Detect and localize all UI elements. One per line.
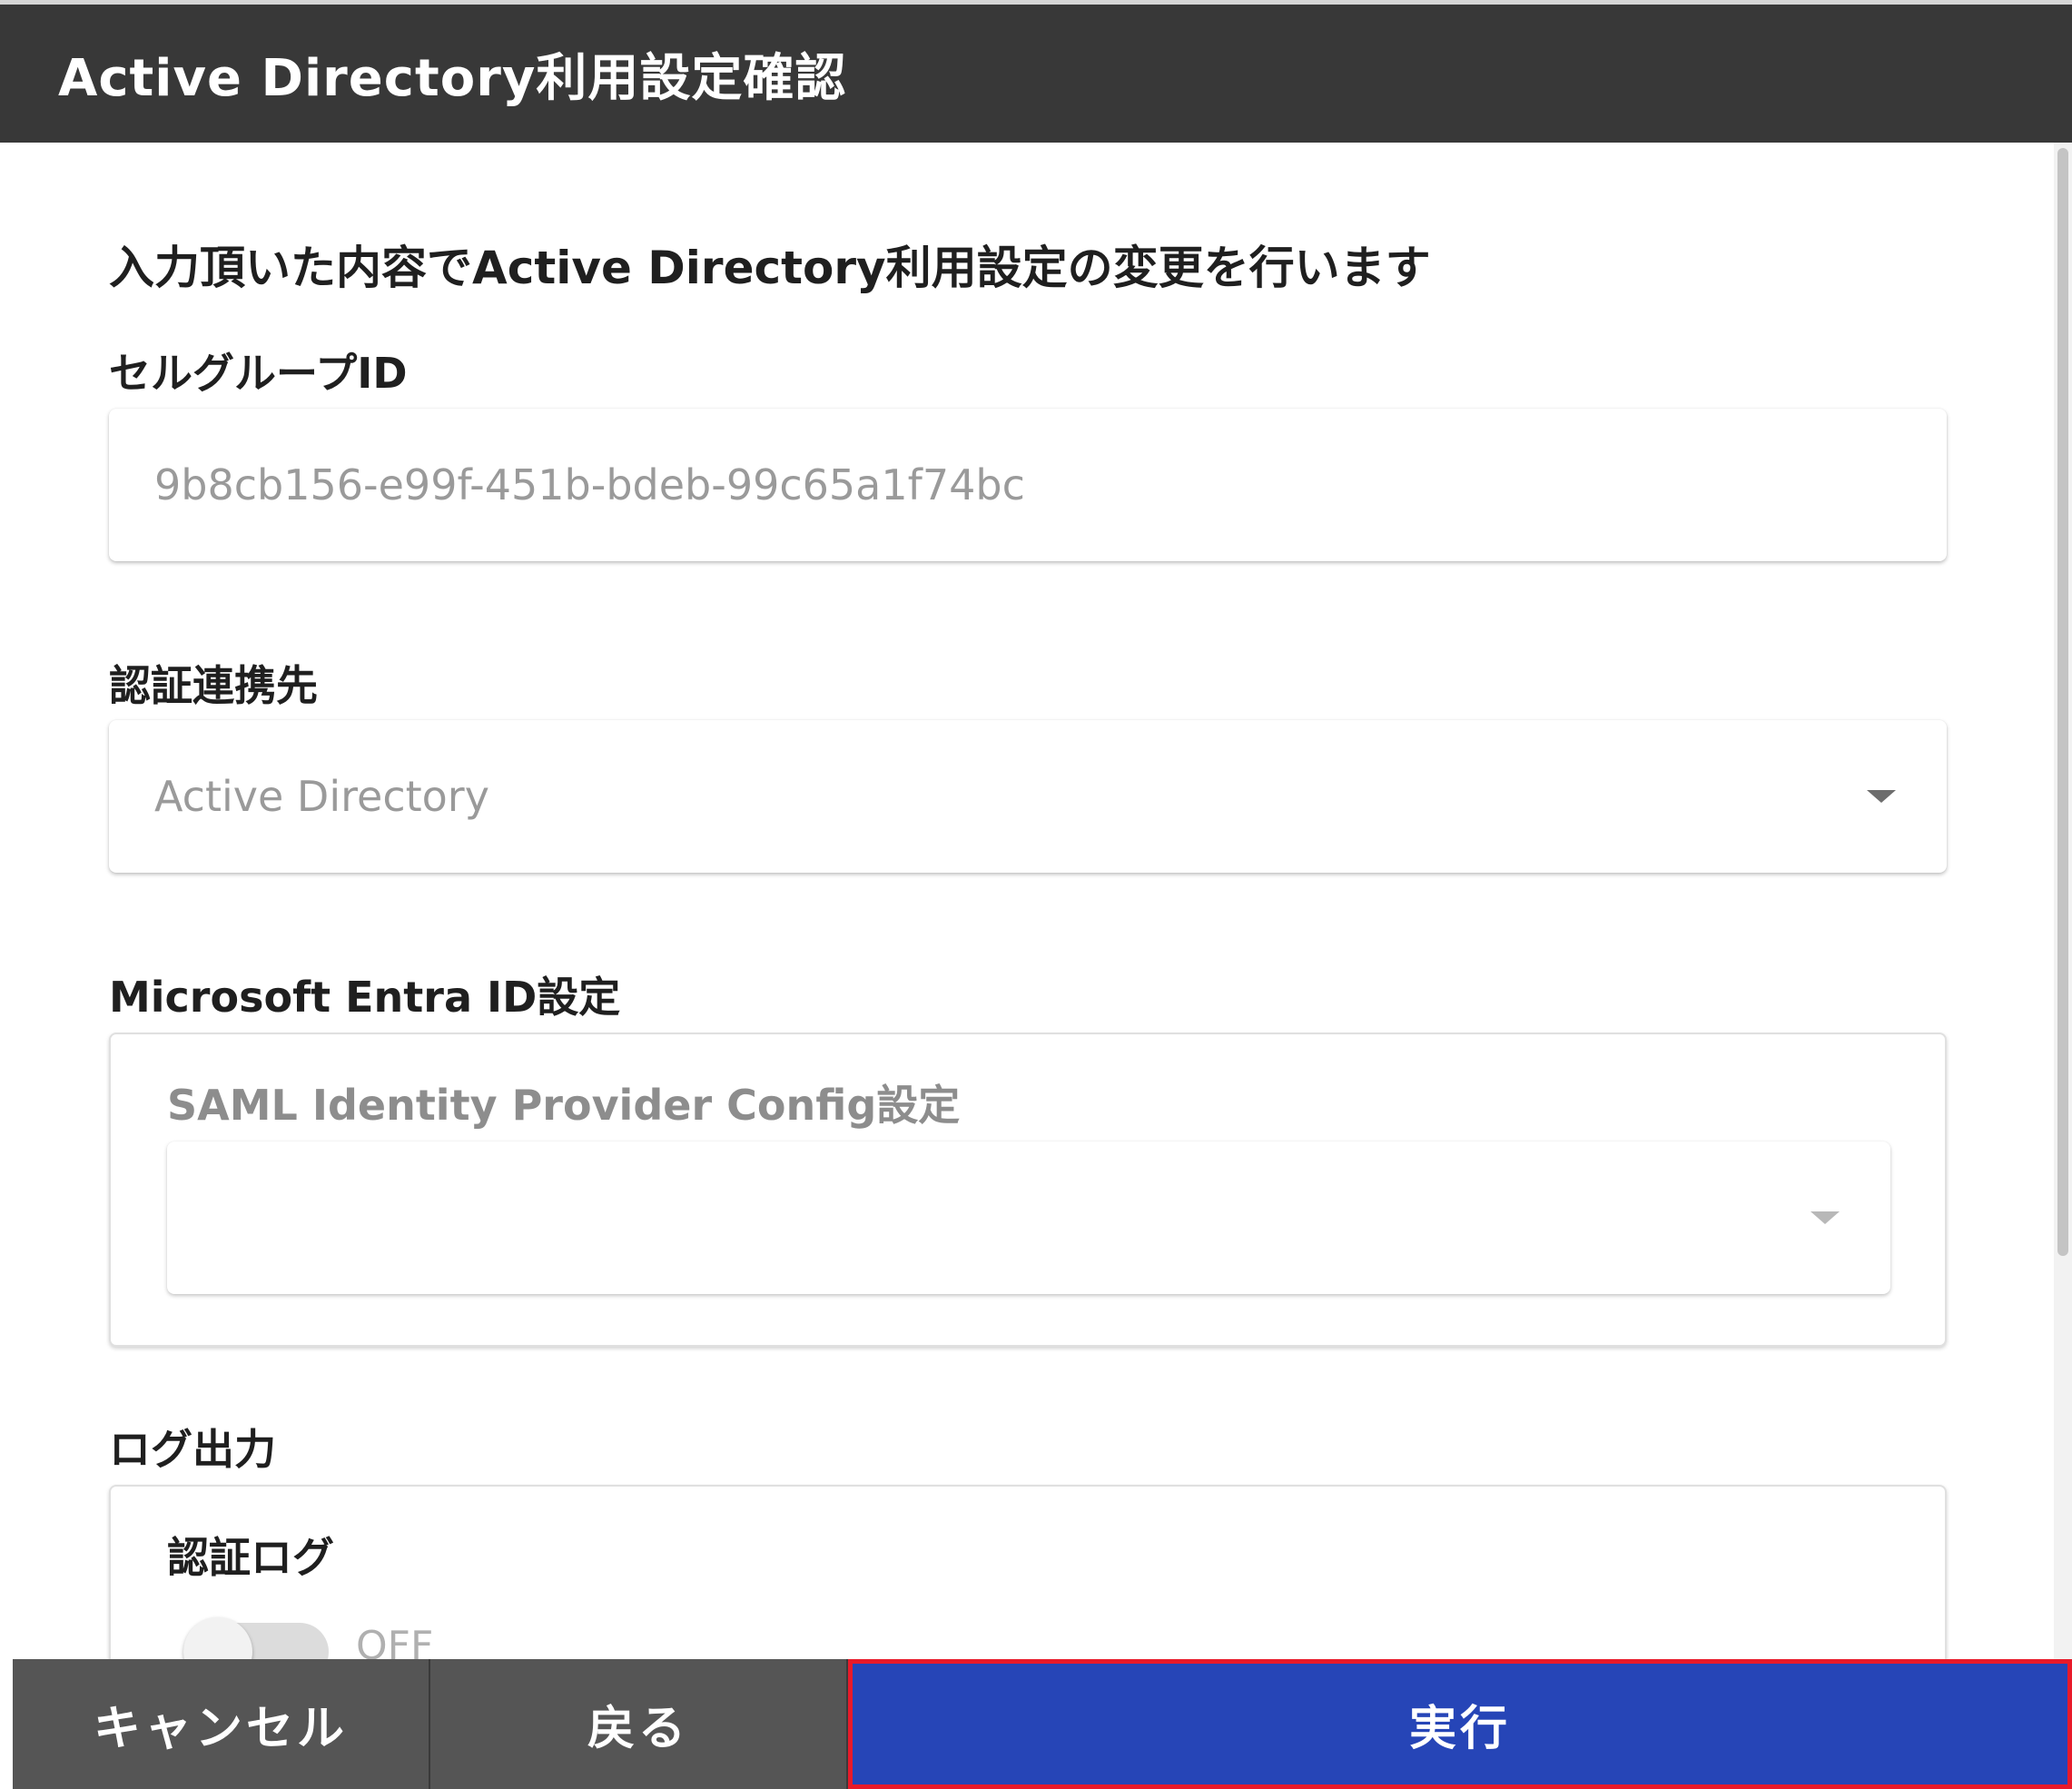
auth-log-toggle[interactable] bbox=[183, 1617, 329, 1659]
scrollbar-thumb[interactable] bbox=[2057, 148, 2068, 1256]
log-output-label: ログ出力 bbox=[109, 1425, 276, 1474]
entra-settings-label: Microsoft Entra ID設定 bbox=[109, 973, 621, 1022]
cell-group-id-field: 9b8cb156-e99f-451b-bdeb-99c65a1f74bc bbox=[109, 409, 1947, 561]
chevron-down-icon bbox=[1811, 1211, 1840, 1224]
dialog-footer: キャンセル 戻る 実行 bbox=[0, 1659, 2072, 1789]
dialog-titlebar: Active Directory利用設定確認 bbox=[0, 5, 2072, 143]
auth-provider-select: Active Directory bbox=[109, 720, 1947, 873]
entra-settings-group: SAML Identity Provider Config設定 bbox=[109, 1033, 1947, 1347]
auth-log-label: 認証ログ bbox=[167, 1533, 334, 1582]
dialog-title: Active Directory利用設定確認 bbox=[58, 48, 847, 108]
intro-message: 入力頂いた内容でActive Directory利用設定の変更を行います bbox=[109, 242, 1431, 294]
auth-log-state: OFF bbox=[356, 1623, 434, 1659]
content-scrollbar[interactable] bbox=[2054, 143, 2072, 1659]
cell-group-id-value: 9b8cb156-e99f-451b-bdeb-99c65a1f74bc bbox=[154, 460, 1025, 509]
dialog-content[interactable]: 入力頂いた内容でActive Directory利用設定の変更を行います セルグ… bbox=[0, 143, 2054, 1659]
log-output-group: 認証ログ OFF bbox=[109, 1485, 1947, 1659]
auth-provider-value: Active Directory bbox=[154, 772, 489, 821]
execute-button[interactable]: 実行 bbox=[848, 1659, 2072, 1789]
cancel-button[interactable]: キャンセル bbox=[13, 1659, 429, 1789]
auth-log-toggle-knob bbox=[183, 1617, 252, 1659]
cell-group-id-label: セルグループID bbox=[109, 349, 408, 398]
saml-config-label: SAML Identity Provider Config設定 bbox=[167, 1081, 961, 1130]
auth-provider-label: 認証連携先 bbox=[109, 661, 318, 710]
saml-config-select bbox=[167, 1142, 1890, 1294]
back-button[interactable]: 戻る bbox=[430, 1659, 846, 1789]
chevron-down-icon bbox=[1867, 790, 1896, 803]
